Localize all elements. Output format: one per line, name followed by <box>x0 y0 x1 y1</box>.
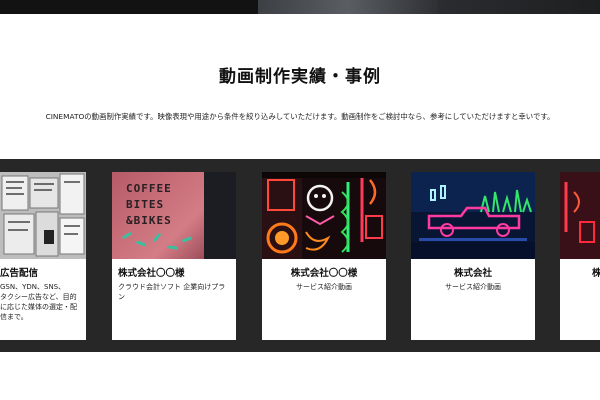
work-card-subtitle: サービス紹介動画 <box>296 283 352 291</box>
work-card-subtitle: サービス紹介動画 <box>445 283 501 291</box>
work-card-ad-delivery[interactable]: 広告配信 GSN、YDN、SNS、 タクシー広告など、目的 に応じた媒体の選定・… <box>0 172 86 340</box>
hero-image-strip <box>0 0 600 14</box>
newspaper-wall-image <box>0 172 86 259</box>
work-card-title: 株 <box>592 268 600 279</box>
hero-image-right <box>438 0 600 14</box>
work-card-title: 株式会社 <box>453 268 492 279</box>
work-card-subtitle-line: に応じた媒体の選定・配 <box>0 303 77 311</box>
work-card-subtitle: GSN、YDN、SNS、 タクシー広告など、目的 に応じた媒体の選定・配 信まで… <box>0 282 82 322</box>
work-card-title: 株式会社〇〇様 <box>290 268 358 279</box>
work-card-service-intro[interactable]: 株式会社〇〇様 サービス紹介動画 <box>262 172 386 340</box>
work-card-subtitle-line: タクシー広告など、目的 <box>0 293 77 301</box>
work-card-subtitle-line: GSN、YDN、SNS、 <box>0 283 66 291</box>
work-card-subtitle-line: 信まで。 <box>0 313 28 321</box>
work-card-subtitle-line: ン <box>118 293 125 301</box>
section-title: 動画制作実績・事例 <box>219 67 381 87</box>
hero-image-center <box>258 0 438 14</box>
coffee-wall-image: COFFEE BITES &BIKES <box>112 172 236 259</box>
dark-edge <box>204 172 236 259</box>
works-carousel[interactable]: 広告配信 GSN、YDN、SNS、 タクシー広告など、目的 に応じた媒体の選定・… <box>0 159 600 352</box>
neon-signs-image <box>262 172 386 259</box>
neon-partial-image <box>560 172 600 259</box>
work-card-subtitle-line: クラウド会計ソフト 企業向けプラ <box>118 283 226 291</box>
mural-text-line: COFFEE <box>126 182 172 195</box>
work-card-title: 株式会社〇〇様 <box>118 268 185 279</box>
mural-text-line: &BIKES <box>126 214 172 227</box>
work-card-partial[interactable]: 株 <box>560 172 600 340</box>
hero-image-left <box>0 0 258 14</box>
work-card-service-intro-2[interactable]: 株式会社 サービス紹介動画 <box>411 172 535 340</box>
work-card-subtitle: クラウド会計ソフト 企業向けプラ ン <box>118 282 232 302</box>
neon-truck-image <box>411 172 535 259</box>
mural-text-line: BITES <box>126 198 165 211</box>
section-description: CINEMATOの動画制作実績です。映像表現や用途から条件を絞り込みしていただけ… <box>45 112 555 121</box>
work-card-cloud-accounting[interactable]: COFFEE BITES &BIKES 株式会社〇〇様 クラウド会計ソフト 企業… <box>112 172 236 340</box>
work-card-title: 広告配信 <box>0 268 39 279</box>
